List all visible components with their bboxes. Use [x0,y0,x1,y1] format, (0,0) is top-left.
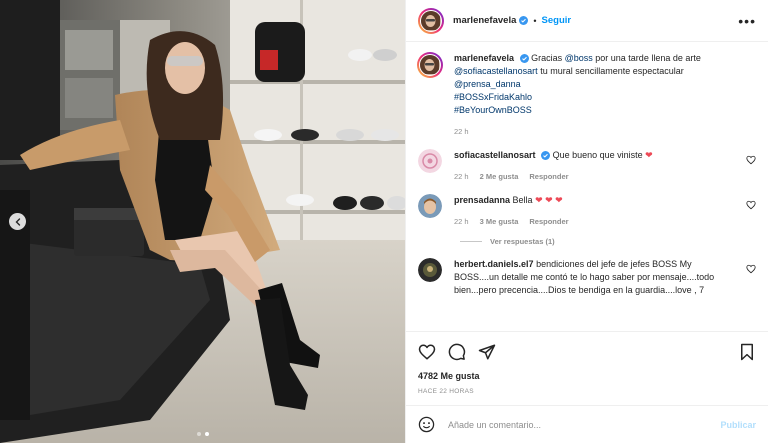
comment-meta: 22 h 3 Me gusta Responder [454,215,738,228]
save-icon[interactable] [738,343,756,361]
verified-icon [519,54,529,64]
carousel-prev-button[interactable] [9,213,26,230]
comment-body: prensadanna Bella ❤ ❤ ❤ 22 h 3 Me gusta … [454,194,756,228]
author-avatar[interactable] [418,7,444,34]
carousel-dot-active [204,432,209,436]
reply-button[interactable]: Responder [529,170,568,183]
caption-body: marlenefavela Gracias @boss por una tard… [454,52,756,138]
caption-username[interactable]: marlenefavela [454,53,514,63]
like-comment-icon[interactable] [746,264,756,274]
comment-likes[interactable]: 2 Me gusta [480,170,519,183]
comment-username[interactable]: sofiacastellanosart [454,150,536,160]
header-separator: • [533,15,537,26]
reply-button[interactable]: Responder [529,215,568,228]
comment-time[interactable]: 22 h [454,215,469,228]
replies-divider [460,241,482,242]
follow-button[interactable]: Seguir [542,15,572,26]
mention-link[interactable]: @boss [565,53,593,63]
comment-likes[interactable]: 3 Me gusta [480,215,519,228]
caption-avatar[interactable] [417,52,443,78]
photo-illustration [0,0,405,443]
mention-link[interactable]: @sofiacastellanosart [454,66,538,76]
carousel-dot [196,432,201,436]
caption-text: Gracias [531,53,563,63]
post-dialog: marlenefavela • Seguir ••• marlenefavela… [0,0,768,443]
comment-username[interactable]: herbert.daniels.el7 [454,259,534,269]
comment-body: sofiacastellanosart Que bueno que vinist… [454,149,756,183]
comment-text: Bella [512,195,533,205]
comment-input[interactable] [446,418,721,431]
avatar-image [419,54,441,76]
comment-avatar[interactable] [418,149,442,173]
comment-item: herbert.daniels.el7 bendiciones del jefe… [418,258,756,297]
comment-avatar[interactable] [418,258,442,282]
mention-link[interactable]: @prensa_danna [454,79,521,89]
caption: marlenefavela Gracias @boss por una tard… [417,52,756,138]
caption-text: tu mural sencillamente espectacular [540,66,684,76]
caption-time[interactable]: 22 h [454,125,469,138]
heart-emoji: ❤ ❤ ❤ [535,195,563,205]
post-timestamp[interactable]: HACE 22 HORAS [418,388,756,395]
post-sidebar: marlenefavela • Seguir ••• marlenefavela… [405,0,768,443]
comment-item: prensadanna Bella ❤ ❤ ❤ 22 h 3 Me gusta … [418,194,756,228]
comment-meta: 22 h 2 Me gusta Responder [454,170,738,183]
comment-composer: Publicar [406,405,768,443]
comment-avatar[interactable] [418,194,442,218]
share-icon[interactable] [478,343,496,361]
comment-text: Que bueno que viniste [552,150,643,160]
like-comment-icon[interactable] [746,155,756,165]
comment-username[interactable]: prensadanna [454,195,510,205]
verified-icon [519,16,529,25]
like-comment-icon[interactable] [746,200,756,210]
comment-time[interactable]: 22 h [454,170,469,183]
carousel-indicator [0,432,405,436]
comment-item: sofiacastellanosart Que bueno que vinist… [418,149,756,183]
hashtag-link[interactable]: #BeYourOwnBOSS [454,105,532,115]
author-username[interactable]: marlenefavela [453,15,516,26]
hashtag-link[interactable]: #BOSSxFridaKahlo [454,92,532,102]
heart-icon[interactable] [418,343,436,361]
like-count[interactable]: 4782 Me gusta [418,371,756,381]
view-replies-label: Ver respuestas (1) [490,237,555,246]
action-icons [418,340,756,364]
verified-icon [541,151,551,161]
chevron-left-icon [15,217,20,226]
comments-list: marlenefavela Gracias @boss por una tard… [406,42,768,331]
view-replies-button[interactable]: Ver respuestas (1) [460,237,756,246]
caption-text: por una tarde llena de arte [595,53,701,63]
caption-meta: 22 h [454,125,738,138]
post-header: marlenefavela • Seguir ••• [406,0,768,42]
heart-emoji: ❤ [645,150,653,160]
publish-button[interactable]: Publicar [720,420,756,430]
action-bar: 4782 Me gusta HACE 22 HORAS [406,331,768,395]
avatar-image [420,9,442,32]
post-photo[interactable] [0,0,405,443]
emoji-icon[interactable] [418,416,435,433]
more-options-button[interactable]: ••• [738,13,756,29]
comment-icon[interactable] [448,343,466,361]
comment-body: herbert.daniels.el7 bendiciones del jefe… [454,258,756,297]
